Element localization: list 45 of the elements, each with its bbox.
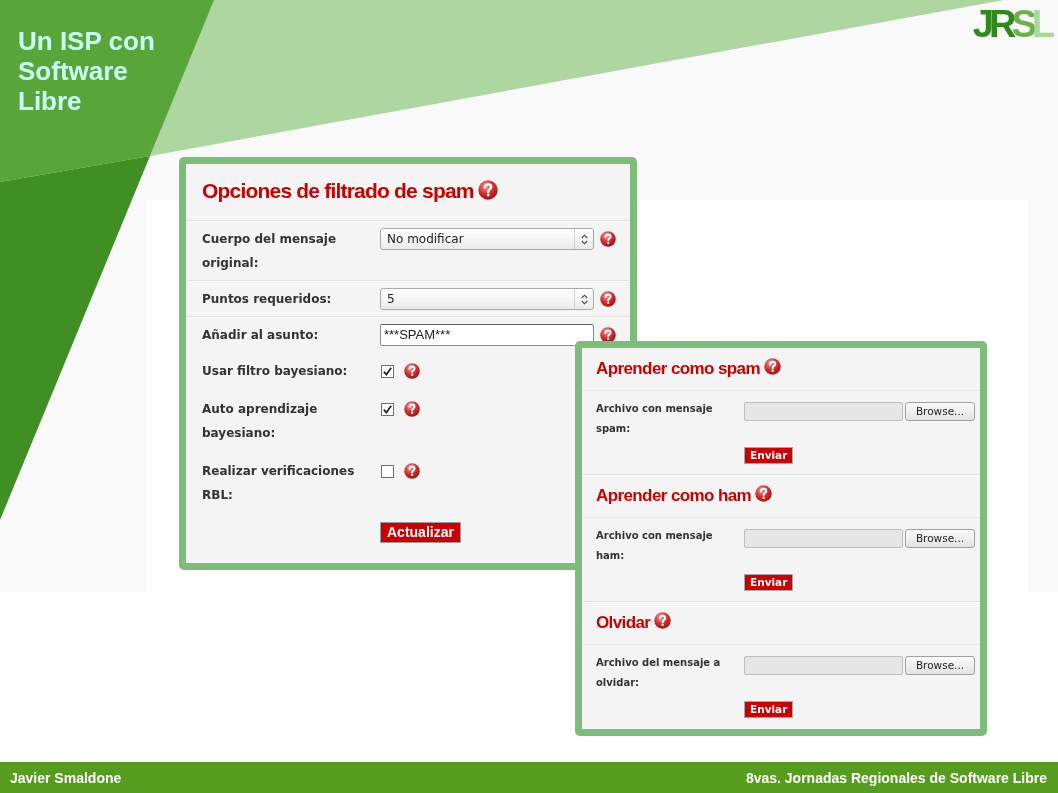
field-label: Puntos requeridos: (202, 291, 333, 308)
browse-button[interactable]: Browse... (905, 529, 975, 548)
checkbox[interactable] (381, 402, 394, 416)
field-label: Usar filtro bayesiano: (202, 363, 349, 380)
chevron-updown-icon (580, 233, 588, 245)
help-icon[interactable] (763, 358, 781, 375)
panel-title: Opciones de filtrado de spam (202, 178, 474, 204)
section-title: Aprender como ham (596, 485, 752, 507)
slide-title: Un ISP con Software Libre (18, 26, 156, 116)
help-icon[interactable] (600, 231, 616, 247)
checkbox[interactable] (381, 364, 394, 378)
help-icon[interactable] (404, 463, 420, 479)
submit-button[interactable]: Enviar (744, 447, 794, 464)
chevron-updown-icon (580, 293, 588, 305)
field-label: Realizar verificaciones RBL: (202, 463, 356, 504)
field-label: Añadir al asunto: (202, 327, 320, 344)
field-label: Archivo con mensaje ham: (596, 529, 714, 563)
file-field[interactable] (744, 529, 903, 548)
author-name: Javier Smaldone (10, 768, 122, 787)
browse-button[interactable]: Browse... (905, 656, 975, 675)
help-icon[interactable] (477, 180, 498, 200)
field-label: Archivo del mensaje a olvidar: (596, 656, 722, 690)
submit-button[interactable]: Enviar (744, 701, 794, 718)
help-icon[interactable] (600, 291, 616, 307)
update-button[interactable]: Actualizar (380, 522, 461, 543)
help-icon[interactable] (404, 401, 420, 417)
logo: JRSL (972, 4, 1052, 44)
file-field[interactable] (744, 656, 903, 675)
submit-button[interactable]: Enviar (744, 574, 794, 591)
dropdown[interactable]: 5 (380, 288, 594, 310)
dropdown[interactable]: No modificar (380, 228, 594, 250)
section-title: Olvidar (596, 612, 651, 634)
help-icon[interactable] (654, 612, 672, 629)
help-icon[interactable] (755, 485, 773, 502)
field-label: Cuerpo del mensaje original: (202, 231, 338, 272)
field-label: Auto aprendizaje bayesiano: (202, 401, 319, 442)
text-field[interactable]: ***SPAM*** (380, 324, 594, 346)
section-title: Aprender como spam (596, 358, 760, 380)
file-field[interactable] (744, 402, 903, 421)
checkbox[interactable] (381, 464, 394, 478)
event-name: 8vas. Jornadas Regionales de Software Libre (745, 768, 1047, 787)
browse-button[interactable]: Browse... (905, 402, 975, 421)
help-icon[interactable] (600, 327, 616, 343)
help-icon[interactable] (404, 363, 420, 379)
field-label: Archivo con mensaje spam: (596, 402, 714, 436)
